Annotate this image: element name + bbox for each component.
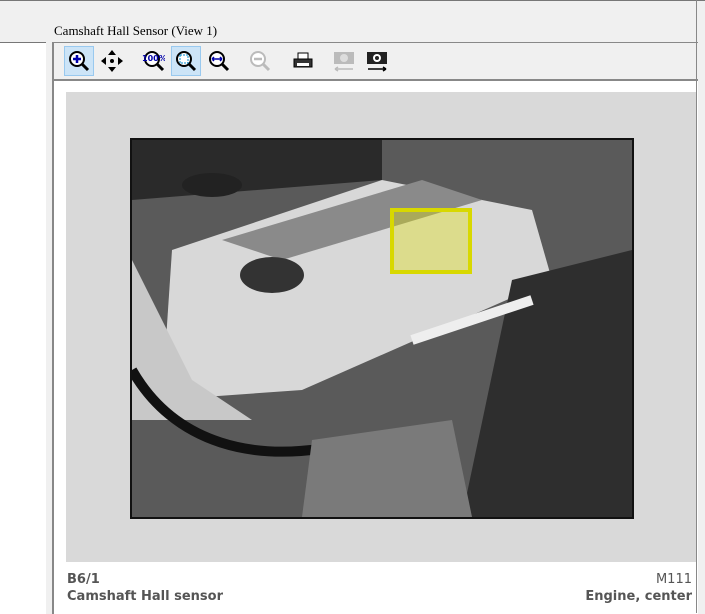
- right-border: [696, 0, 697, 613]
- top-border: [0, 0, 705, 1]
- zoom-out-button[interactable]: [245, 46, 275, 76]
- component-code: B6/1: [67, 572, 100, 587]
- zoom-width-icon: [209, 51, 230, 72]
- zoom-fit-button[interactable]: [171, 46, 201, 76]
- next-view-button[interactable]: [362, 46, 392, 76]
- zoom-100-button[interactable]: 100%: [138, 46, 168, 76]
- component-name: Camshaft Hall sensor: [67, 589, 223, 604]
- zoom-out-icon: [250, 51, 271, 72]
- viewer-panel: 100% B6/1 Camshaft Hall sensor M111 Engi…: [52, 42, 698, 614]
- image-viewer[interactable]: [66, 92, 696, 562]
- previous-view-button[interactable]: [329, 46, 359, 76]
- zoom-in-icon: [69, 51, 90, 72]
- pan-icon: [101, 50, 123, 72]
- zoom-in-button[interactable]: [64, 46, 94, 76]
- engine-illustration: [132, 140, 632, 517]
- toolbar: 100%: [54, 43, 698, 81]
- print-icon: [293, 52, 313, 68]
- left-pane: [0, 42, 46, 614]
- engine-photo[interactable]: [130, 138, 634, 519]
- sensor-highlight[interactable]: [390, 208, 472, 274]
- next-view-icon: [367, 52, 387, 72]
- zoom-100-icon: 100%: [142, 51, 165, 72]
- zoom-fit-icon: [176, 51, 197, 72]
- previous-view-icon: [334, 52, 354, 72]
- print-button[interactable]: [288, 46, 318, 76]
- component-location: Engine, center: [585, 589, 692, 604]
- engine-model: M111: [655, 572, 692, 587]
- pan-button[interactable]: [97, 46, 127, 76]
- view-title: Camshaft Hall Sensor (View 1): [54, 23, 218, 38]
- zoom-width-button[interactable]: [204, 46, 234, 76]
- svg-text:100%: 100%: [142, 54, 165, 63]
